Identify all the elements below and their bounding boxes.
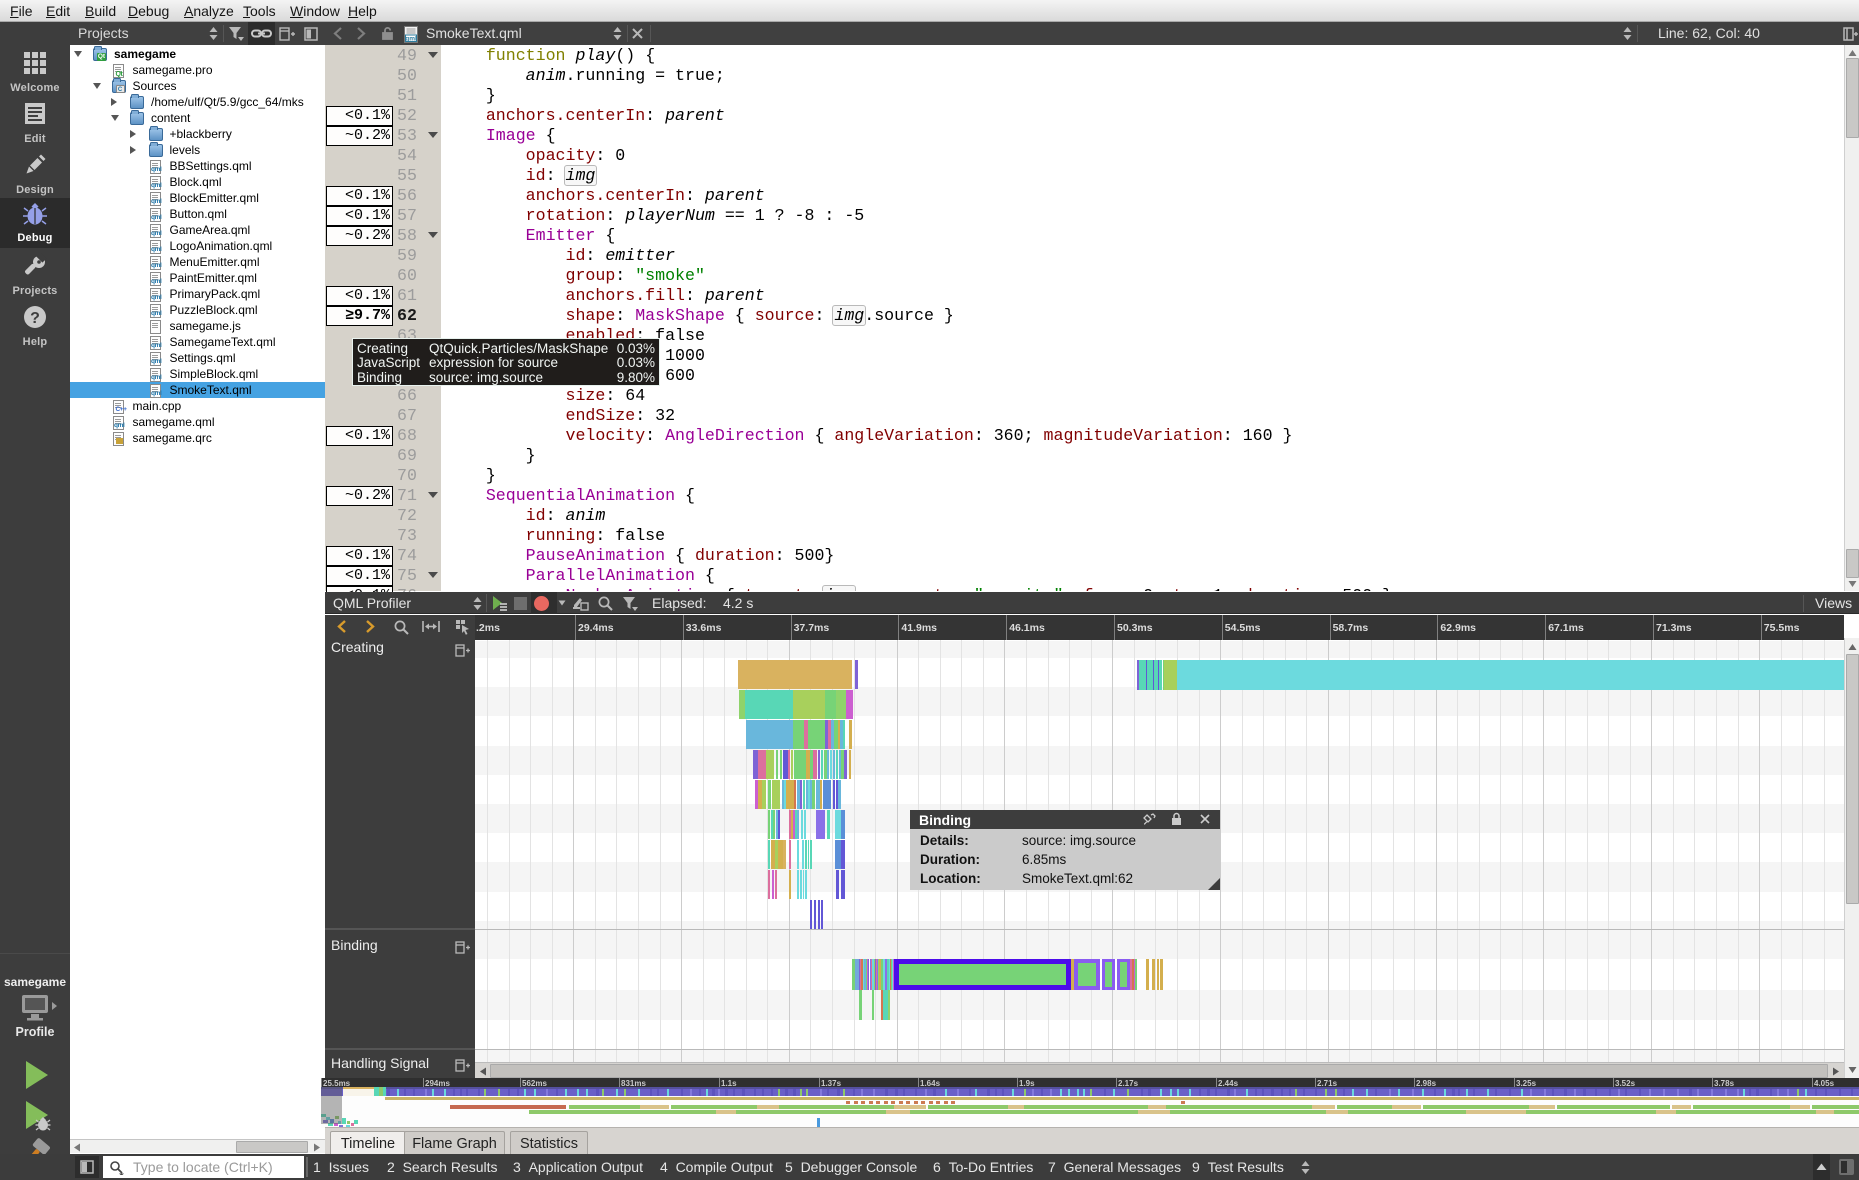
- svg-text:?: ?: [30, 310, 40, 327]
- svg-text:qml: qml: [405, 35, 417, 42]
